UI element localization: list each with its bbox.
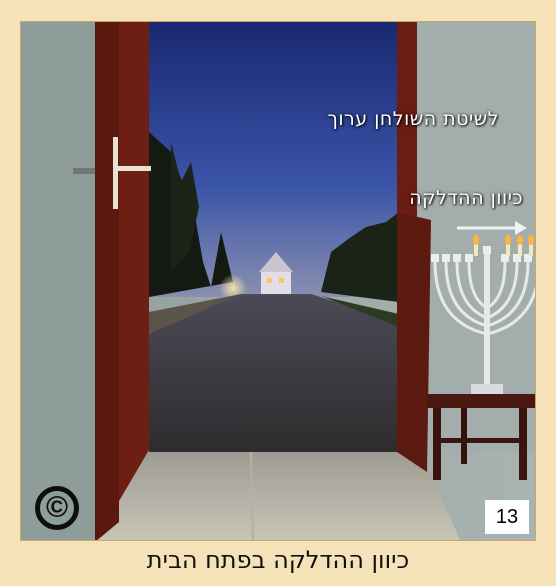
heading-text: לשיטת השולחן ערוך <box>327 108 499 130</box>
doorway-scene <box>21 22 535 540</box>
figure-frame: לשיטת השולחן ערוך כיוון ההדלקה © 13 <box>20 21 536 541</box>
copyright-icon: © <box>35 486 79 530</box>
figure-caption: כיוון ההדלקה בפתח הבית <box>146 546 410 574</box>
direction-label: כיוון ההדלקה <box>409 187 523 209</box>
figure-number: 13 <box>485 500 529 534</box>
